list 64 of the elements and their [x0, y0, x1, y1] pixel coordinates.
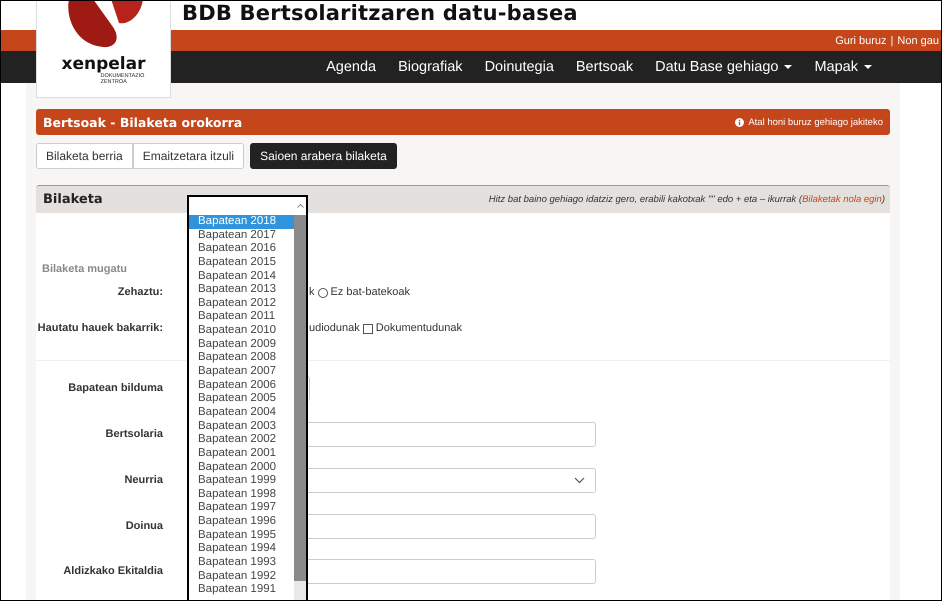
dropdown-option[interactable]: Bapatean 2014 — [189, 270, 294, 284]
dropdown-option[interactable]: Bapatean 2003 — [189, 420, 294, 434]
field-label: Neurria — [123, 472, 163, 488]
dropdown-option[interactable]: Bapatean 2017 — [189, 228, 294, 242]
chevron-down-icon — [574, 476, 585, 484]
site-title: BDB Bertsolaritzaren datu-basea — [182, 1, 578, 26]
field-label: Bertsolaria — [104, 426, 163, 442]
section-title: Bertsoak - Bilaketa orokorra — [43, 114, 242, 130]
field-label: Bapatean bilduma — [67, 380, 163, 396]
nav-item[interactable]: Datu Base gehiago — [644, 59, 804, 75]
dropdown-option[interactable]: Bapatean 2013 — [189, 283, 294, 297]
nav-item[interactable]: Agenda — [315, 59, 388, 75]
dropdown-option[interactable]: Bapatean 1994 — [189, 542, 294, 556]
filter-title: Bilaketa mugatu — [41, 263, 128, 275]
nav-item[interactable]: Doinutegia — [474, 59, 565, 75]
action-button[interactable]: Bilaketa berria — [36, 143, 133, 169]
option-label: udiodunak — [309, 321, 360, 336]
dropdown-option[interactable]: Bapatean 1991 — [189, 583, 294, 597]
dropdown-option[interactable]: Bapatean 2012 — [189, 296, 294, 310]
option-label: Ez bat-batekoak — [330, 285, 410, 300]
dropdown-option[interactable]: Bapatean 1998 — [189, 488, 294, 502]
dropdown-option[interactable]: Bapatean 2007 — [189, 365, 294, 379]
dropdown-option[interactable]: Bapatean 2009 — [189, 338, 294, 352]
action-button[interactable]: Saioen arabera bilaketa — [250, 143, 397, 169]
scrollbar[interactable] — [294, 197, 306, 600]
help-link[interactable]: Bilaketak nola egin — [802, 194, 882, 205]
dropdown-option[interactable]: Bapatean 1996 — [189, 515, 294, 529]
dropdown-option[interactable]: Bapatean 2010 — [189, 324, 294, 338]
logo-text: xenpelar — [62, 56, 146, 73]
nav-item[interactable]: Biografiak — [387, 59, 474, 75]
checkbox[interactable] — [362, 324, 373, 334]
dropdown-option[interactable]: Bapatean 2004 — [189, 406, 294, 420]
dropdown-option[interactable]: Bapatean 2015 — [189, 256, 294, 270]
dropdown-option[interactable]: Bapatean 1997 — [189, 501, 294, 516]
panel-title: Bilaketa — [43, 192, 103, 207]
dropdown-option[interactable]: Bapatean 2002 — [189, 433, 294, 447]
dropdown-option[interactable]: Bapatean 2005 — [189, 392, 294, 406]
option-label: Dokumentudunak — [376, 321, 462, 336]
option-label: k — [309, 285, 314, 300]
top-link[interactable]: Guri buruz — [835, 34, 887, 46]
dropdown-option[interactable]: Bapatean 1992 — [189, 570, 294, 584]
info-link[interactable]: Atal honi buruz gehiago jakiteko — [735, 116, 883, 128]
nav-item[interactable]: Mapak — [803, 59, 883, 75]
dropdown-option[interactable]: Bapatean 1995 — [189, 528, 294, 542]
dropdown-option[interactable]: Bapatean 1993 — [189, 556, 294, 570]
dropdown-option[interactable]: Bapatean 2001 — [189, 446, 294, 461]
action-button[interactable]: Emaitzetara itzuli — [132, 143, 244, 169]
chevron-up-icon — [296, 204, 304, 208]
dropdown-option[interactable]: Bapatean 2006 — [189, 378, 294, 392]
field-label: Doinua — [124, 518, 163, 534]
dropdown-option[interactable]: Bapatean 2000 — [189, 460, 294, 474]
filter-label: Zehaztu: — [116, 285, 163, 300]
top-link[interactable]: Non gau — [897, 34, 939, 46]
dropdown-option[interactable]: Bapatean 2008 — [189, 351, 294, 366]
dropdown-option[interactable]: Bapatean 1999 — [189, 474, 294, 488]
search-hint: Hitz bat baino gehiago idatziz gero, erabili kakotxak "" edo + eta – ikurrak (Bilaketak nola egin) — [488, 194, 885, 205]
dropdown-option[interactable]: Bapatean 2016 — [189, 242, 294, 256]
filter-label: Hautatu hauek bakarrik: — [36, 321, 163, 336]
radio-button[interactable] — [318, 288, 328, 298]
separator: | — [890, 34, 894, 46]
field-label: Aldizkako Ekitaldia — [62, 564, 163, 578]
info-icon — [735, 118, 744, 126]
nav-item[interactable]: Bertsoak — [564, 59, 644, 75]
dropdown-option[interactable]: Bapatean 2011 — [189, 310, 294, 324]
